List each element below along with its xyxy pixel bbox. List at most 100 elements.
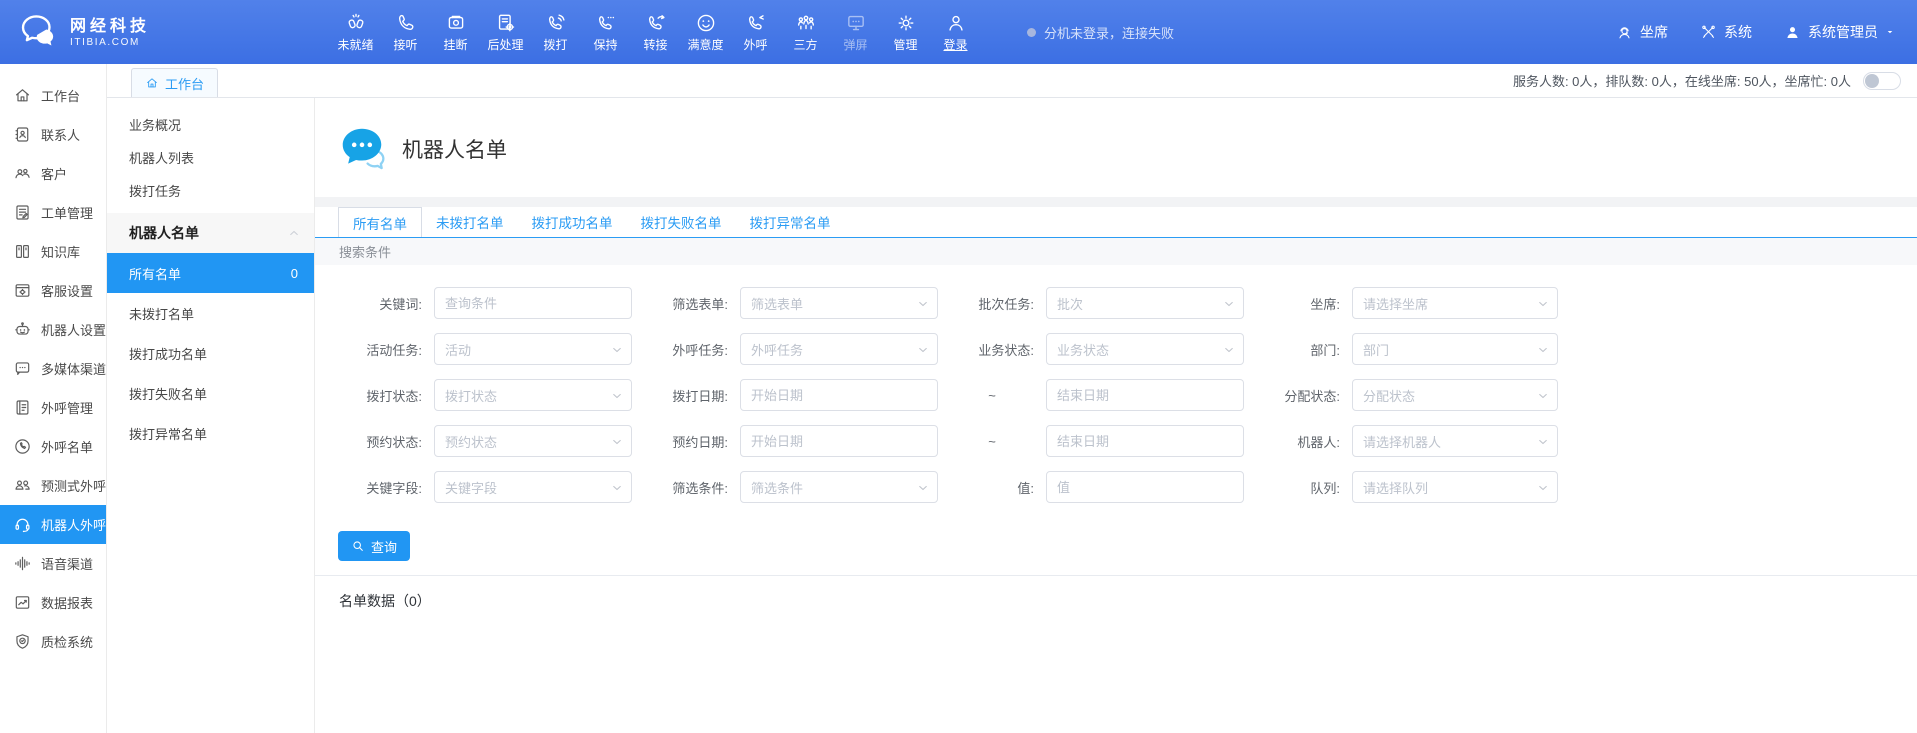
header-menu-agent[interactable]: 坐席	[1616, 22, 1668, 42]
sidebar-item-label: 客户	[41, 164, 67, 183]
query-button[interactable]: 查询	[338, 531, 410, 561]
submenu-section-robot-list[interactable]: 机器人名单	[107, 213, 314, 253]
sidebar-item-knowledge[interactable]: 知识库	[0, 232, 106, 271]
sidebar-item-multimedia[interactable]: 多媒体渠道	[0, 349, 106, 388]
phone-hangup-icon	[445, 12, 467, 34]
brand-subtitle: ITIBIA.COM	[70, 37, 150, 48]
search-input-r3c3[interactable]	[1046, 379, 1244, 411]
sidebar-item-work-order[interactable]: 工单管理	[0, 193, 106, 232]
section-divider-strip	[315, 197, 1917, 207]
header-menu-label: 系统	[1724, 22, 1752, 42]
list-tab-4[interactable]: 拨打异常名单	[736, 207, 845, 237]
search-select-r1c2[interactable]: 筛选表单	[740, 287, 938, 319]
toolbar-phone-transfer[interactable]: 转接	[632, 12, 679, 53]
sidebar-item-data-report[interactable]: 数据报表	[0, 583, 106, 622]
agent-status-toggle[interactable]	[1863, 72, 1901, 90]
workspace-tab[interactable]: 工作台	[131, 68, 218, 97]
sidebar-item-voice-channel[interactable]: 语音渠道	[0, 544, 106, 583]
search-input-r1c1[interactable]	[434, 287, 632, 319]
sidebar-item-robot-outbound[interactable]: 机器人外呼	[0, 505, 106, 544]
search-select-r5c1[interactable]: 关键字段	[434, 471, 632, 503]
toolbar-phone-hangup[interactable]: 挂断	[432, 12, 479, 53]
toolbar-phone-outbound[interactable]: 外呼	[732, 12, 779, 53]
form-row: 关键字段: 关键字段 筛选条件: 筛选条件 值: 队列: 请选择队列	[338, 471, 1917, 503]
search-input-r3c2[interactable]	[740, 379, 938, 411]
toolbar-smiley[interactable]: 满意度	[682, 12, 729, 53]
toolbar-item-label: 后处理	[487, 36, 523, 53]
list-tab-0[interactable]: 所有名单	[338, 207, 422, 237]
robot-list-bubble-icon	[337, 124, 387, 174]
header-menu-admin-user[interactable]: 系统管理员	[1784, 22, 1895, 42]
sidebar-item-contacts[interactable]: 联系人	[0, 115, 106, 154]
hands-icon	[345, 12, 367, 34]
sidebar-item-label: 语音渠道	[41, 554, 93, 573]
sidebar-item-outbound-mgmt[interactable]: 外呼管理	[0, 388, 106, 427]
search-input-r4c2[interactable]	[740, 425, 938, 457]
header-menu-label: 坐席	[1640, 22, 1668, 42]
field-label: ~	[950, 388, 1034, 403]
doc-gear-icon	[495, 12, 517, 34]
toolbar-phone-dial[interactable]: 拨打	[532, 12, 579, 53]
sidebar-item-service-settings[interactable]: 客服设置	[0, 271, 106, 310]
search-select-r2c3[interactable]: 业务状态	[1046, 333, 1244, 365]
form-row: 拨打状态: 拨打状态 拨打日期: ~ 分配状态: 分配状态	[338, 379, 1917, 411]
gear-icon	[895, 12, 917, 34]
list-tab-3[interactable]: 拨打失败名单	[627, 207, 736, 237]
sidebar-item-robot-settings[interactable]: 机器人设置	[0, 310, 106, 349]
search-select-r1c3[interactable]: 批次	[1046, 287, 1244, 319]
submenu-list-item-4[interactable]: 拨打异常名单	[107, 413, 314, 453]
toolbar-screen-pop[interactable]: 弹屏	[832, 12, 879, 53]
search-select-r4c4[interactable]: 请选择机器人	[1352, 425, 1558, 457]
list-tab-1[interactable]: 未拨打名单	[422, 207, 518, 237]
list-tab-2[interactable]: 拨打成功名单	[518, 207, 627, 237]
form-field: ~	[950, 379, 1256, 411]
submenu-item-0[interactable]: 业务概况	[107, 108, 314, 141]
submenu-list-item-2[interactable]: 拨打成功名单	[107, 333, 314, 373]
sidebar-item-home[interactable]: 工作台	[0, 76, 106, 115]
submenu-item-2[interactable]: 拨打任务	[107, 174, 314, 207]
select-placeholder: 筛选条件	[751, 478, 803, 497]
form-field: 部门: 部门	[1256, 333, 1586, 365]
sidebar-item-predictive[interactable]: 预测式外呼	[0, 466, 106, 505]
form-field: 拨打日期:	[644, 379, 950, 411]
search-select-r1c4[interactable]: 请选择坐席	[1352, 287, 1558, 319]
search-select-r2c2[interactable]: 外呼任务	[740, 333, 938, 365]
knowledge-icon	[13, 242, 32, 261]
header-menu-tools[interactable]: 系统	[1700, 22, 1752, 42]
toolbar-doc-gear[interactable]: 后处理	[482, 12, 529, 53]
submenu-list-item-1[interactable]: 未拨打名单	[107, 293, 314, 333]
sidebar-item-quality[interactable]: 质检系统	[0, 622, 106, 661]
toolbar-login-user[interactable]: 登录	[932, 12, 979, 53]
submenu-item-1[interactable]: 机器人列表	[107, 141, 314, 174]
submenu-list-item-label: 所有名单	[129, 264, 181, 283]
toggle-knob	[1865, 74, 1879, 88]
toolbar-hands[interactable]: 未就绪	[332, 12, 379, 53]
submenu-list-item-0[interactable]: 所有名单 0	[107, 253, 314, 293]
toolbar-item-label: 管理	[893, 36, 917, 53]
search-section-bar: 搜索条件	[315, 238, 1917, 265]
search-select-r5c2[interactable]: 筛选条件	[740, 471, 938, 503]
toolbar-phone-hold[interactable]: 保持	[582, 12, 629, 53]
form-field: 队列: 请选择队列	[1256, 471, 1586, 503]
logo-chat-bubble-icon	[18, 11, 60, 53]
submenu-list-item-3[interactable]: 拨打失败名单	[107, 373, 314, 413]
search-select-r3c1[interactable]: 拨打状态	[434, 379, 632, 411]
toolbar-phone-answer[interactable]: 接听	[382, 12, 429, 53]
search-select-r2c4[interactable]: 部门	[1352, 333, 1558, 365]
search-select-r4c1[interactable]: 预约状态	[434, 425, 632, 457]
caret-down-icon	[1885, 27, 1895, 37]
search-input-r5c3[interactable]	[1046, 471, 1244, 503]
sidebar-item-customers[interactable]: 客户	[0, 154, 106, 193]
toolbar-gear[interactable]: 管理	[882, 12, 929, 53]
customers-icon	[13, 164, 32, 183]
toolbar-three-way[interactable]: 三方	[782, 12, 829, 53]
sidebar-item-outbound-list[interactable]: 外呼名单	[0, 427, 106, 466]
toolbar-item-label: 保持	[593, 36, 617, 53]
chevron-up-icon	[288, 227, 300, 239]
search-input-r4c3[interactable]	[1046, 425, 1244, 457]
select-placeholder: 请选择队列	[1363, 478, 1428, 497]
search-select-r3c4[interactable]: 分配状态	[1352, 379, 1558, 411]
search-select-r5c4[interactable]: 请选择队列	[1352, 471, 1558, 503]
form-field: 业务状态: 业务状态	[950, 333, 1256, 365]
search-select-r2c1[interactable]: 活动	[434, 333, 632, 365]
